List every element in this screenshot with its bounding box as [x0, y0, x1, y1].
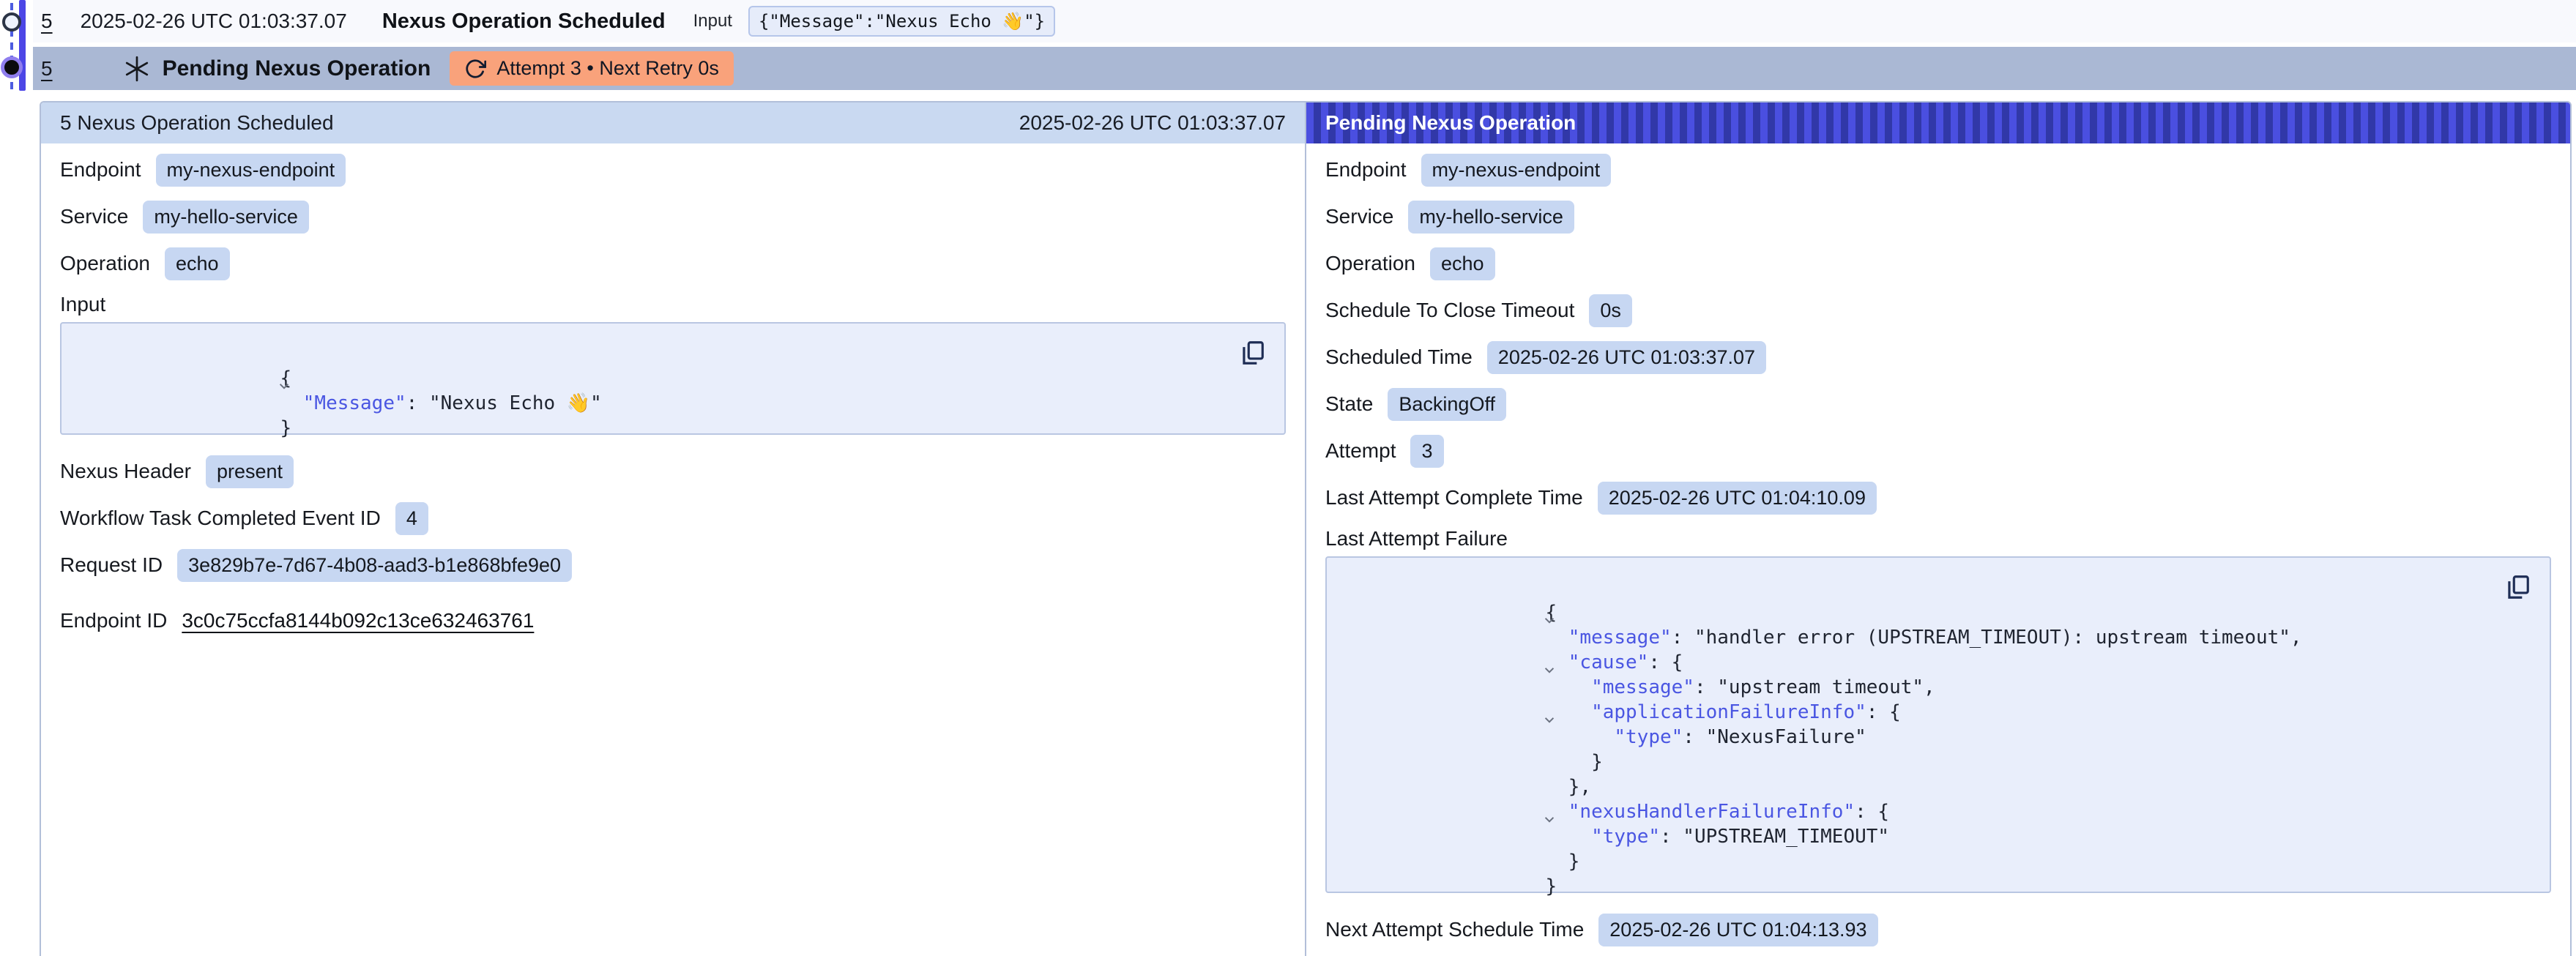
field-value-chip: my-nexus-endpoint	[156, 154, 346, 187]
code-line: {	[1327, 575, 2498, 600]
event-history-page: 5 2025-02-26 UTC 01:03:37.07 Nexus Opera…	[0, 0, 2576, 956]
field-value-chip: 3	[1410, 435, 1443, 468]
history-row-nexus-operation-scheduled[interactable]: 5 2025-02-26 UTC 01:03:37.07 Nexus Opera…	[33, 0, 2576, 42]
code-line: "message": "upstream timeout",	[1327, 650, 2498, 675]
pending-operation-panel: Pending Nexus Operation Endpoint my-nexu…	[1306, 102, 2570, 956]
field-label: Attempt	[1325, 439, 1396, 463]
scheduled-fields-top: Endpoint my-nexus-endpoint Service my-he…	[60, 146, 1286, 287]
event-name: Pending Nexus Operation	[163, 56, 431, 81]
code-line: "applicationFailureInfo": {	[1327, 675, 2498, 700]
code-line: "nexusHandlerFailureInfo": {	[1327, 774, 2498, 799]
field-label: State	[1325, 392, 1373, 416]
failure-json-lines: { "message": "handler error (UPSTREAM_TI…	[1327, 575, 2498, 874]
json-rest: }	[1545, 875, 1557, 897]
field-row: Last Attempt Complete Time 2025-02-26 UT…	[1325, 474, 2551, 521]
field-row: Operation echo	[1325, 240, 2551, 287]
history-row-pending-nexus-operation[interactable]: 5 Pending Nexus Operation Attempt 3 • Ne…	[33, 47, 2576, 90]
event-detail-container: 5 Nexus Operation Scheduled 2025-02-26 U…	[40, 101, 2572, 956]
field-value-chip: 3e829b7e-7d67-4b08-aad3-b1e868bfe9e0	[177, 549, 572, 582]
event-timestamp: 2025-02-26 UTC 01:03:37.07	[81, 10, 347, 33]
field-value-chip: 4	[395, 502, 428, 535]
field-label: Endpoint	[60, 158, 141, 182]
failure-json-codeblock[interactable]: { "message": "handler error (UPSTREAM_TI…	[1325, 556, 2551, 893]
retry-status-badge: Attempt 3 • Next Retry 0s	[450, 51, 734, 86]
pending-panel-title: Pending Nexus Operation	[1325, 111, 1576, 135]
event-id-link[interactable]: 5	[41, 57, 53, 81]
field-row: Request ID 3e829b7e-7d67-4b08-aad3-b1e86…	[60, 542, 1286, 589]
field-row: Endpoint my-nexus-endpoint	[60, 146, 1286, 193]
field-row: Schedule To Close Timeout 0s	[1325, 287, 2551, 334]
field-label: Operation	[60, 252, 150, 275]
retry-icon	[464, 58, 486, 80]
field-label: Endpoint	[1325, 158, 1407, 182]
field-value-chip: my-hello-service	[143, 201, 309, 234]
timeline-event-dot-icon	[2, 12, 21, 31]
code-line: }	[1327, 849, 2498, 874]
code-line: "type": "UPSTREAM_TIMEOUT"	[1327, 799, 2498, 824]
field-value-chip: echo	[165, 247, 230, 280]
copy-button[interactable]	[1237, 338, 1267, 367]
endpoint-id-row: Endpoint ID 3c0c75ccfa8144b092c13ce63246…	[60, 597, 1286, 644]
event-name: Nexus Operation Scheduled	[382, 10, 666, 34]
code-line: }	[1327, 824, 2498, 849]
code-line: },	[1327, 750, 2498, 774]
json-rest: }	[280, 417, 291, 439]
field-label: Endpoint ID	[60, 609, 167, 632]
field-label: Schedule To Close Timeout	[1325, 299, 1574, 322]
field-label: Workflow Task Completed Event ID	[60, 507, 381, 530]
field-label: Scheduled Time	[1325, 346, 1473, 369]
scheduled-panel-title: 5 Nexus Operation Scheduled	[60, 111, 334, 135]
scheduled-event-panel: 5 Nexus Operation Scheduled 2025-02-26 U…	[41, 102, 1306, 956]
field-value-chip: echo	[1430, 247, 1495, 280]
field-label: Request ID	[60, 553, 163, 577]
field-row: Operation echo	[60, 240, 1286, 287]
field-value-chip: my-nexus-endpoint	[1421, 154, 1612, 187]
code-line: "Message": "Nexus Echo 👋"	[62, 366, 1233, 391]
field-value-chip: BackingOff	[1388, 388, 1506, 421]
field-row: Endpoint my-nexus-endpoint	[1325, 146, 2551, 193]
field-row: Scheduled Time 2025-02-26 UTC 01:03:37.0…	[1325, 334, 2551, 381]
pending-fields: Endpoint my-nexus-endpoint Service my-he…	[1325, 146, 2551, 521]
code-line: "message": "handler error (UPSTREAM_TIME…	[1327, 600, 2498, 625]
input-json-lines: { "Message": "Nexus Echo 👋"	[62, 341, 1233, 416]
field-row: Service my-hello-service	[60, 193, 1286, 240]
field-label: Operation	[1325, 252, 1415, 275]
input-section-label: Input	[60, 287, 1286, 322]
code-line: }	[62, 391, 1233, 416]
event-id-link[interactable]: 5	[41, 10, 53, 33]
field-row: Service my-hello-service	[1325, 193, 2551, 240]
field-value-chip: 2025-02-26 UTC 01:04:13.93	[1598, 914, 1877, 946]
retry-badge-label: Attempt 3 • Next Retry 0s	[496, 57, 719, 80]
field-row: State BackingOff	[1325, 381, 2551, 427]
input-json-codeblock[interactable]: { "Message": "Nexus Echo 👋"	[60, 322, 1286, 435]
field-value-chip: 2025-02-26 UTC 01:04:10.09	[1598, 482, 1877, 515]
field-value-chip: 0s	[1589, 294, 1632, 327]
scheduled-fields-bottom: Nexus Header present Workflow Task Compl…	[60, 448, 1286, 589]
code-line: "cause": {	[1327, 625, 2498, 650]
pending-asterisk-icon	[123, 55, 151, 83]
field-row: Workflow Task Completed Event ID 4	[60, 495, 1286, 542]
failure-section-label: Last Attempt Failure	[1325, 521, 2551, 556]
event-input-value-chip: {"Message":"Nexus Echo 👋"}	[748, 6, 1055, 37]
field-label: Last Attempt Complete Time	[1325, 486, 1583, 509]
copy-icon	[1238, 339, 1266, 367]
field-label: Service	[60, 205, 128, 228]
event-input-label: Input	[693, 11, 732, 31]
field-value-chip: 2025-02-26 UTC 01:03:37.07	[1487, 341, 1766, 374]
copy-icon	[2504, 573, 2531, 601]
timeline-pending-dot-icon	[1, 56, 23, 78]
code-line: "type": "NexusFailure"	[1327, 700, 2498, 725]
endpoint-id-link[interactable]: 3c0c75ccfa8144b092c13ce632463761	[182, 609, 534, 632]
pending-panel-header: Pending Nexus Operation	[1306, 102, 2570, 143]
copy-button[interactable]	[2503, 572, 2532, 602]
field-row: Attempt 3	[1325, 427, 2551, 474]
field-value-chip: my-hello-service	[1408, 201, 1574, 234]
scheduled-panel-header: 5 Nexus Operation Scheduled 2025-02-26 U…	[41, 102, 1305, 143]
scheduled-panel-timestamp: 2025-02-26 UTC 01:03:37.07	[1019, 111, 1286, 135]
field-label: Service	[1325, 205, 1393, 228]
code-line: }	[1327, 725, 2498, 750]
code-line: {	[62, 341, 1233, 366]
timeline-active-bar	[19, 0, 26, 91]
